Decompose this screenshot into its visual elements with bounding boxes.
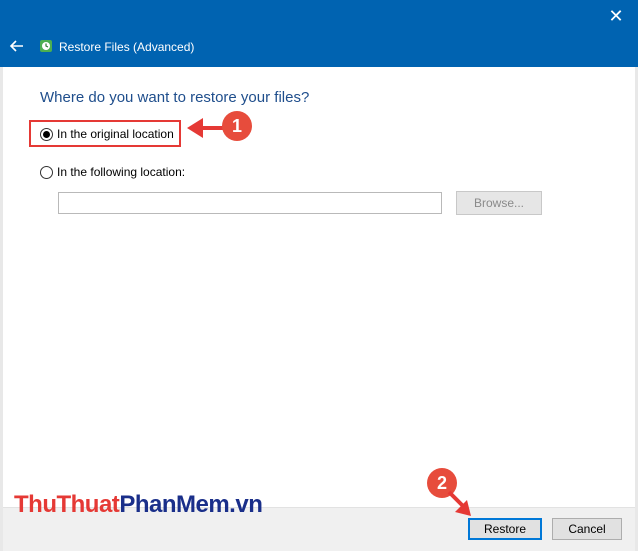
watermark-part-1: ThuThuat	[14, 491, 120, 518]
back-arrow-icon[interactable]	[8, 37, 26, 55]
radio-following-location[interactable]: In the following location:	[40, 165, 185, 179]
restore-button[interactable]: Restore	[468, 518, 542, 540]
location-path-input[interactable]	[58, 192, 442, 214]
cancel-button[interactable]: Cancel	[552, 518, 622, 540]
close-button[interactable]: ✕	[606, 7, 626, 27]
file-history-icon	[40, 40, 52, 52]
restore-question: Where do you want to restore your files?	[40, 89, 310, 106]
watermark-part-3: .vn	[229, 491, 263, 518]
annotation-badge-1: 1	[222, 111, 252, 141]
annotation-arrow-2	[447, 490, 471, 516]
radio-button-unselected[interactable]	[40, 165, 53, 179]
watermark-part-2: PhanMem	[119, 491, 230, 518]
browse-button[interactable]: Browse...	[456, 191, 542, 215]
radio-following-label: In the following location:	[57, 165, 186, 179]
title-bar	[0, 0, 638, 67]
radio-button-selected[interactable]	[40, 127, 53, 141]
radio-original-label: In the original location	[57, 127, 174, 141]
window-title: Restore Files (Advanced)	[59, 40, 195, 54]
radio-original-location[interactable]: In the original location	[40, 127, 174, 141]
watermark: ThuThuatPhanMem.vn	[14, 491, 263, 519]
